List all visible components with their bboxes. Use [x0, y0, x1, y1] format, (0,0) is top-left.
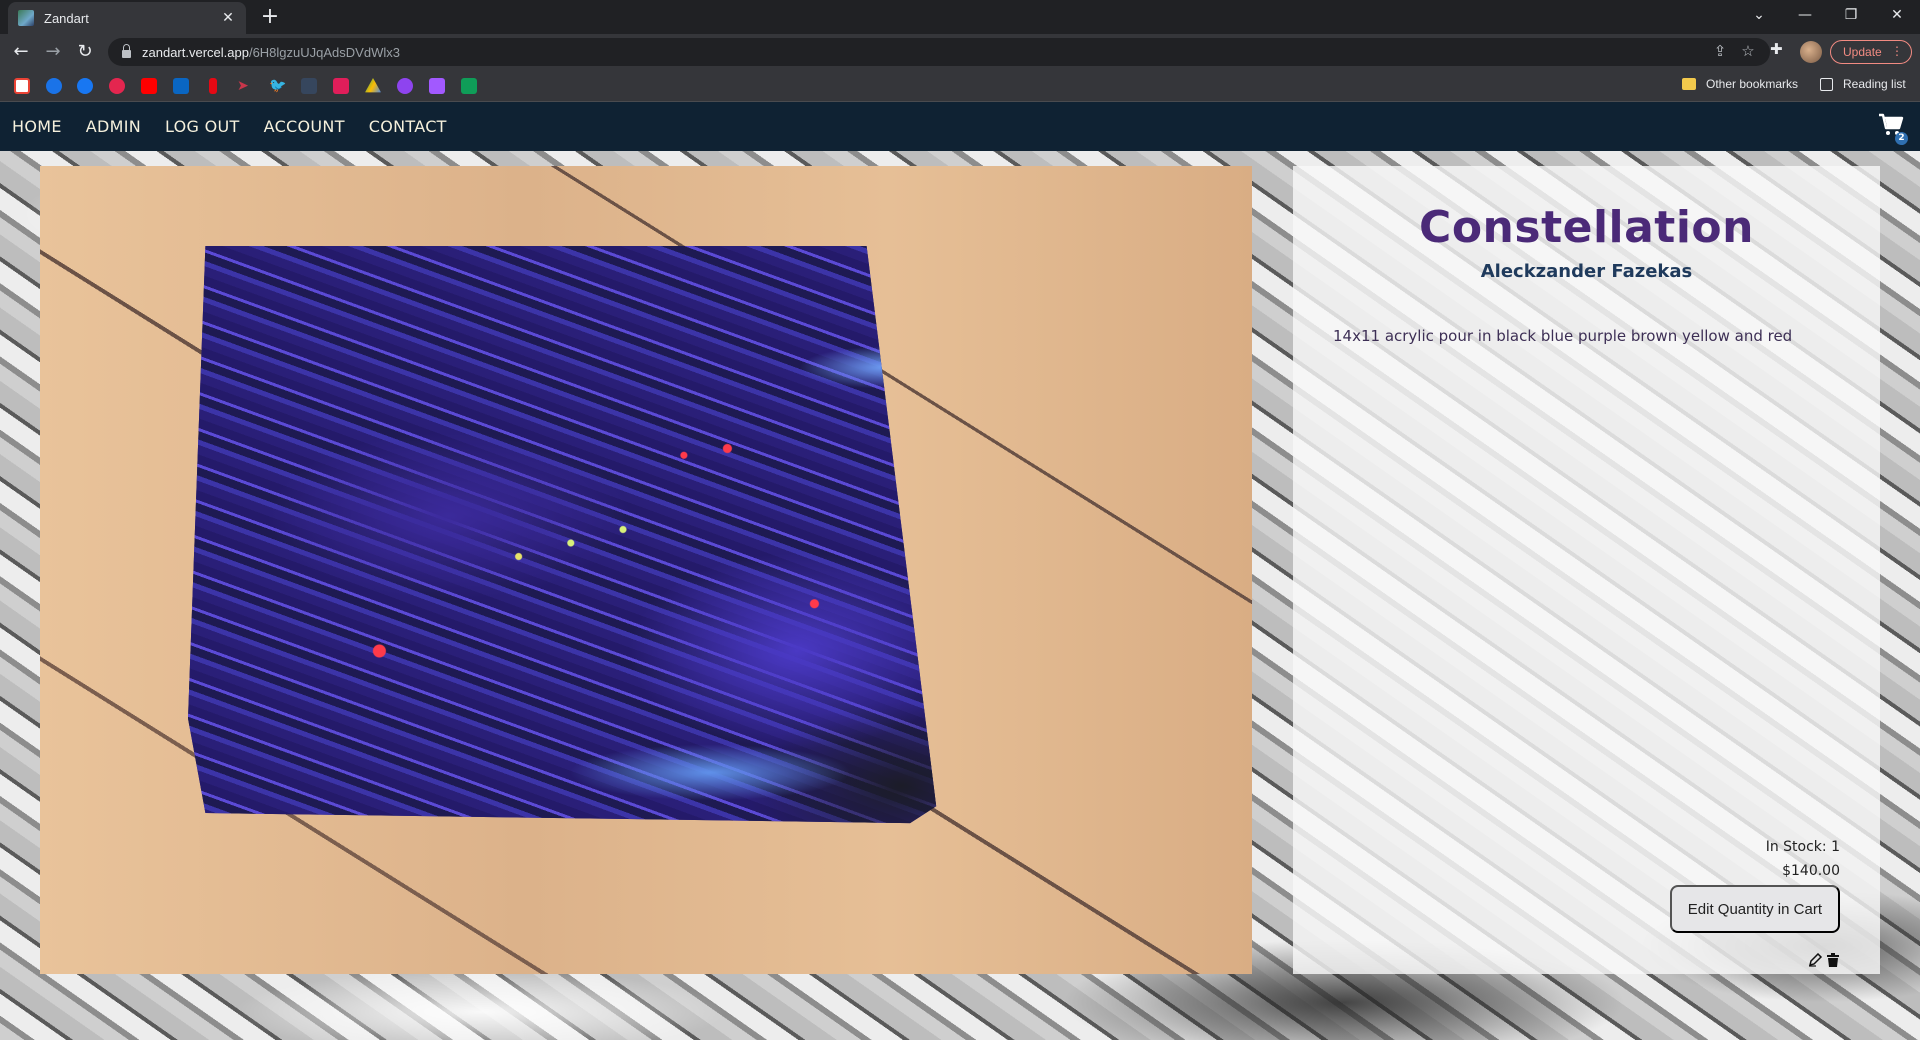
back-icon[interactable]: ← — [9, 40, 33, 64]
cart-button[interactable]: 2 — [1878, 113, 1908, 145]
outlook-icon[interactable] — [46, 78, 62, 94]
url-path: /6H8lgzuUJqAdsDVdWlx3 — [248, 44, 400, 60]
gmail-icon[interactable] — [14, 78, 30, 94]
twitter-icon[interactable]: 🐦 — [269, 78, 286, 94]
restore-icon[interactable]: ❐ — [1828, 0, 1874, 30]
close-window-icon[interactable]: ✕ — [1874, 0, 1920, 30]
update-button[interactable]: Update ⋮ — [1830, 40, 1912, 64]
url-host: zandart.vercel.app — [142, 44, 249, 60]
cart-count-badge: 2 — [1895, 132, 1908, 145]
youtube-icon[interactable] — [141, 78, 157, 94]
reading-list-label: Reading list — [1843, 77, 1906, 91]
drive-icon[interactable] — [365, 78, 381, 93]
extensions-icon[interactable]: ✚ — [1770, 40, 1783, 58]
profile-avatar[interactable] — [1800, 41, 1822, 63]
tab-title: Zandart — [44, 10, 89, 26]
linkedin-icon[interactable] — [173, 78, 189, 94]
browser-toolbar: ← → ↻ zandart.vercel.app/6H8lgzuUJqAdsDV… — [0, 34, 1920, 70]
folder-icon — [1682, 78, 1696, 90]
reading-list[interactable]: Reading list — [1820, 77, 1906, 91]
trash-icon[interactable] — [1826, 953, 1840, 967]
artwork-image — [40, 166, 1252, 974]
site-favicon-icon — [18, 10, 34, 26]
site-navbar: HOME ADMIN LOG OUT ACCOUNT CONTACT 2 — [0, 102, 1920, 151]
forward-icon[interactable]: → — [41, 40, 65, 64]
proton-icon[interactable] — [397, 78, 413, 94]
other-bookmarks[interactable]: Other bookmarks — [1682, 77, 1798, 91]
nav-account[interactable]: ACCOUNT — [264, 117, 345, 136]
edit-quantity-button[interactable]: Edit Quantity in Cart — [1669, 885, 1840, 933]
painting-canvas — [188, 246, 937, 824]
arrow-icon[interactable]: ➤ — [237, 78, 253, 94]
artwork-description: 14x11 acrylic pour in black blue purple … — [1333, 327, 1793, 345]
bookmark-star-icon[interactable]: ☆ — [1738, 42, 1758, 60]
stock-count: In Stock: 1 — [1765, 839, 1840, 855]
stylus-icon[interactable] — [429, 78, 445, 94]
artwork-title: Constellation — [1419, 202, 1754, 253]
bookmarks-bar: ➤ 🐦 Other bookmarks Reading list — [0, 70, 1920, 102]
artist-name: Aleckzander Fazekas — [1480, 261, 1693, 282]
edit-pencil-icon[interactable] — [1808, 953, 1824, 967]
nav-admin[interactable]: ADMIN — [86, 117, 141, 136]
sheets-icon[interactable] — [461, 78, 477, 94]
reload-icon[interactable]: ↻ — [73, 40, 97, 64]
facebook-icon[interactable] — [77, 78, 93, 94]
pocket-icon[interactable] — [109, 78, 125, 94]
new-tab-button[interactable]: + — [258, 4, 282, 30]
address-bar[interactable]: zandart.vercel.app/6H8lgzuUJqAdsDVdWlx3 … — [108, 38, 1770, 66]
page-content: HOME ADMIN LOG OUT ACCOUNT CONTACT 2 Con… — [0, 102, 1920, 1040]
browser-tab[interactable]: Zandart ✕ — [8, 2, 246, 34]
nav-logout[interactable]: LOG OUT — [165, 117, 240, 136]
reading-list-icon — [1820, 77, 1833, 91]
hashtag-icon[interactable] — [333, 78, 349, 94]
tab-search-icon[interactable]: ⌄ — [1736, 0, 1782, 30]
price: $140.00 — [1782, 863, 1840, 879]
nav-contact[interactable]: CONTACT — [369, 117, 447, 136]
close-tab-icon[interactable]: ✕ — [220, 10, 236, 26]
nav-home[interactable]: HOME — [12, 117, 62, 136]
other-bookmarks-label: Other bookmarks — [1706, 77, 1799, 91]
tumblr-icon[interactable] — [301, 78, 317, 94]
lock-icon — [122, 44, 131, 58]
netflix-icon[interactable] — [209, 78, 217, 94]
update-label: Update — [1843, 45, 1882, 59]
menu-dots-icon: ⋮ — [1891, 44, 1903, 58]
browser-tab-strip: Zandart ✕ + ⌄ — ❐ ✕ — [0, 0, 1920, 34]
product-info-panel: Constellation Aleckzander Fazekas 14x11 … — [1293, 166, 1880, 974]
share-icon[interactable]: ⇪ — [1710, 42, 1730, 60]
minimize-icon[interactable]: — — [1782, 0, 1828, 30]
